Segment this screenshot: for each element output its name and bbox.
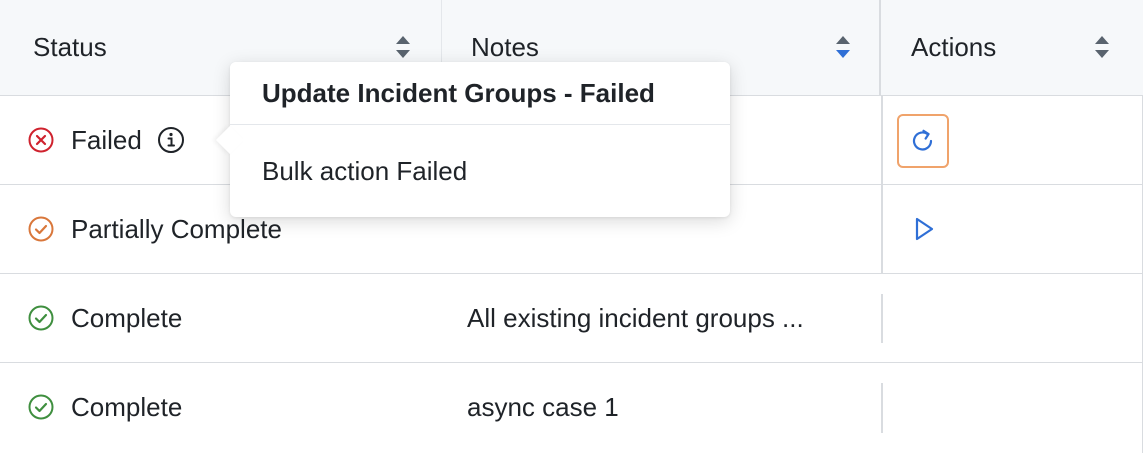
table-row: Complete async case 1 [0, 363, 1143, 453]
retry-button[interactable] [897, 114, 949, 168]
popover-body: Bulk action Failed [262, 155, 468, 186]
notes-cell: All existing incident groups ... [467, 302, 804, 333]
x-circle-icon [28, 127, 54, 153]
column-header-actions[interactable]: Actions [881, 0, 1143, 95]
sort-ascending-icon[interactable] [834, 34, 852, 60]
column-divider [881, 294, 883, 343]
column-divider [881, 96, 883, 184]
column-divider [881, 383, 883, 433]
sort-icon[interactable] [1093, 34, 1111, 60]
table-row: Complete All existing incident groups ..… [0, 274, 1143, 363]
info-icon[interactable] [156, 125, 186, 155]
status-text: Partially Complete [71, 213, 282, 244]
column-header-label: Actions [911, 32, 997, 62]
notes-cell: async case 1 [467, 391, 619, 422]
check-circle-icon [28, 394, 54, 420]
play-icon [915, 217, 934, 241]
check-circle-icon [28, 216, 54, 242]
popover-title: Update Incident Groups - Failed [230, 62, 730, 125]
status-text: Failed [71, 124, 142, 155]
status-cell: Complete [27, 274, 182, 362]
retry-icon [912, 129, 933, 151]
status-text: Complete [71, 391, 183, 422]
info-popover: Update Incident Groups - Failed Bulk act… [215, 62, 730, 217]
check-circle-icon [28, 305, 54, 331]
column-header-label: Status [33, 32, 107, 62]
sort-icon[interactable] [394, 34, 412, 60]
status-cell: Failed [27, 96, 186, 184]
run-button[interactable] [897, 202, 949, 256]
column-divider [881, 185, 883, 273]
column-header-label: Notes [471, 32, 539, 62]
status-cell: Complete [27, 363, 182, 451]
status-text: Complete [71, 302, 183, 333]
